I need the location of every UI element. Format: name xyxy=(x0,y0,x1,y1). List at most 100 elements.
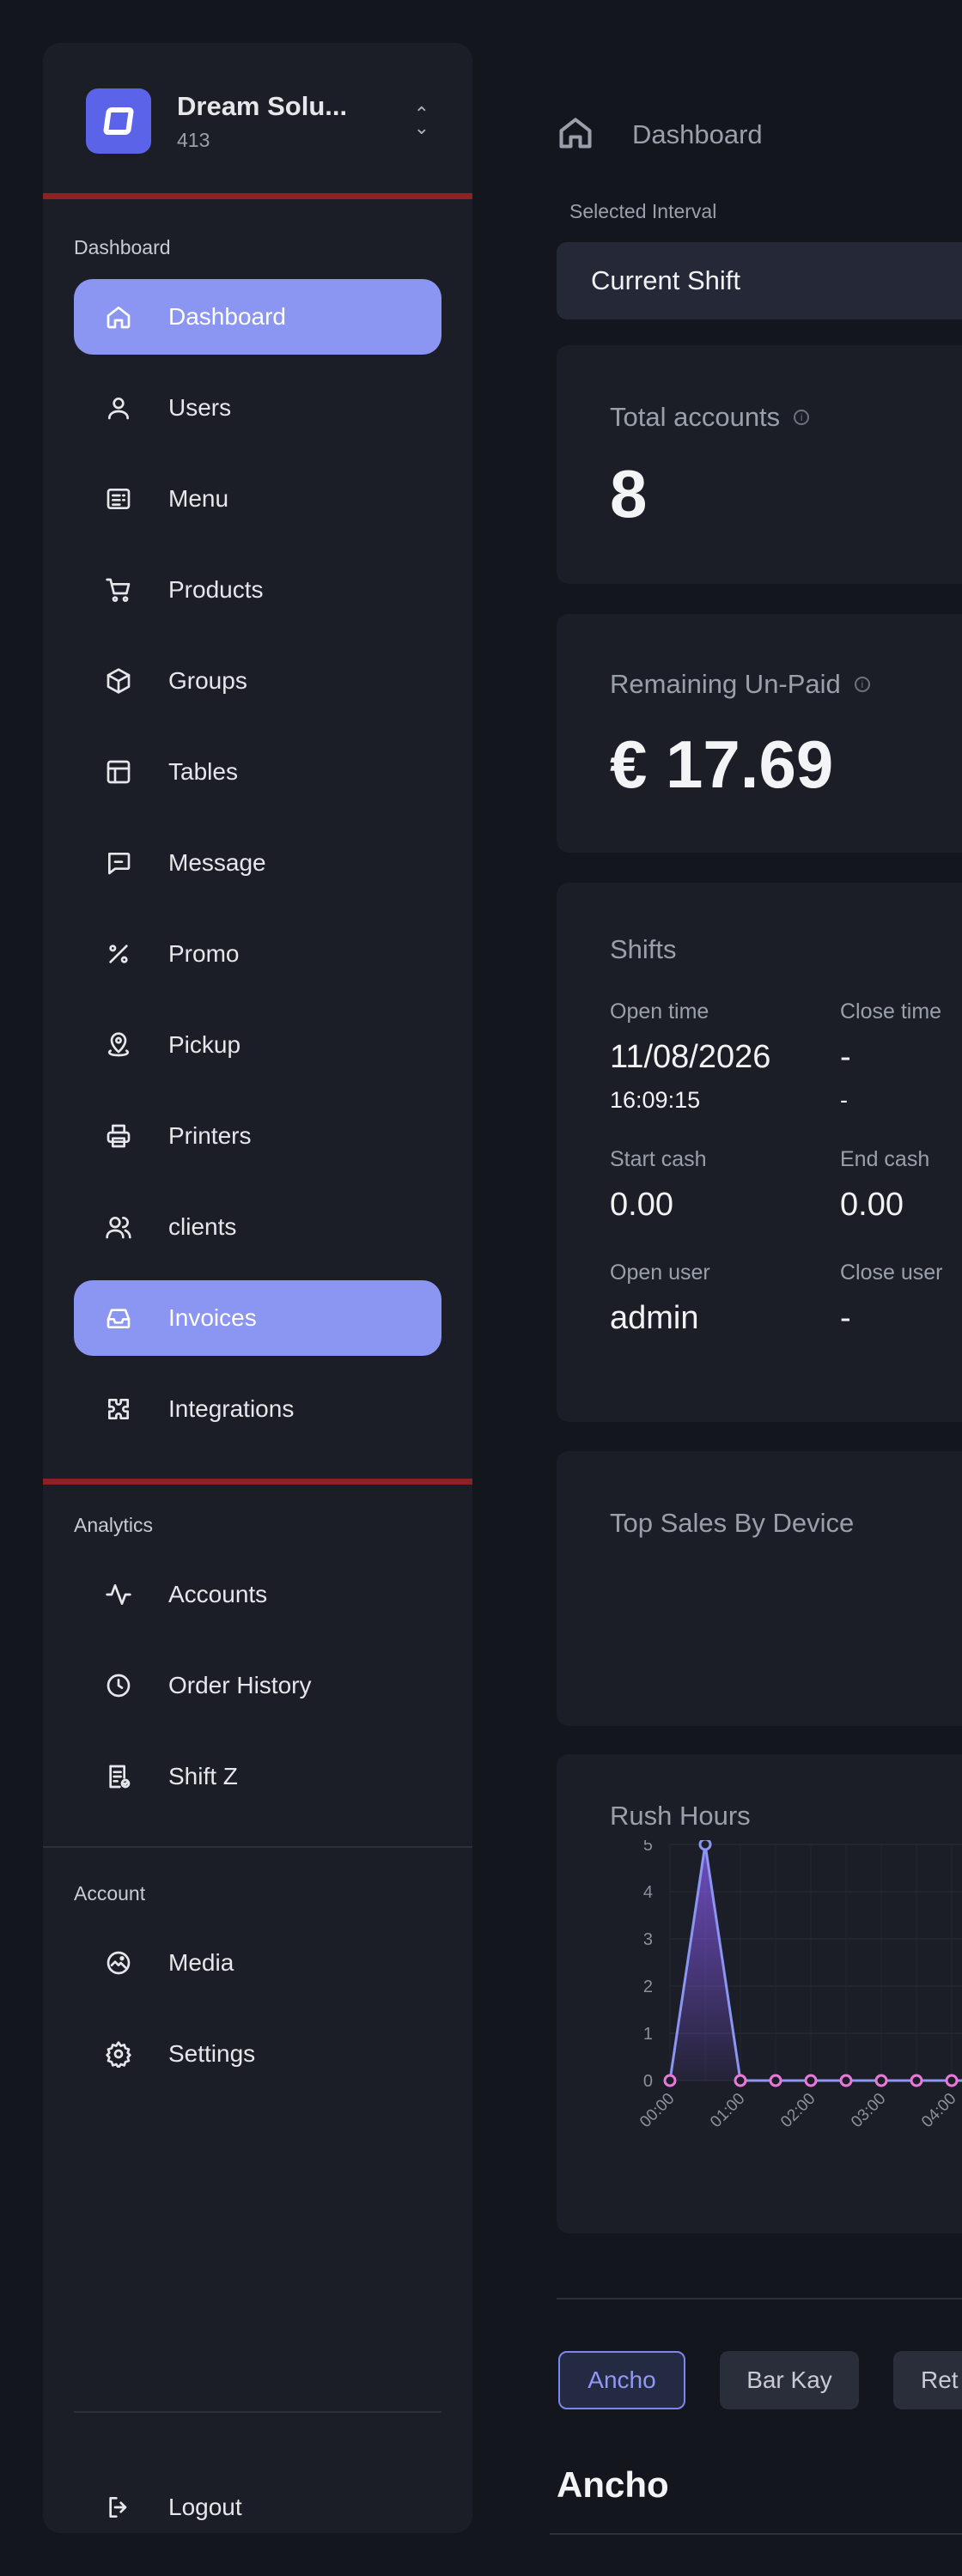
box-icon xyxy=(103,665,134,696)
info-icon[interactable]: i xyxy=(794,410,810,425)
cart-icon xyxy=(103,574,134,605)
data-point xyxy=(698,1840,712,1851)
open-user-label: Open user xyxy=(610,1261,710,1285)
sidebar-item-label: Accounts xyxy=(168,1581,268,1607)
tab-label: Bar Kay xyxy=(746,2366,832,2393)
y-tick-label: 0 xyxy=(643,2072,653,2091)
sidebar-item-menu[interactable]: Menu xyxy=(74,461,441,537)
sidebar-item-users[interactable]: Users xyxy=(74,370,441,446)
card-title: Remaining Un-Paid i xyxy=(610,669,870,700)
sidebar-item-label: Menu xyxy=(168,485,229,512)
org-switcher[interactable]: Dream Solu... 413 ⌃ ⌄ xyxy=(86,88,429,154)
close-time-date: - xyxy=(840,1039,851,1075)
section-divider xyxy=(43,1846,472,1848)
open-time-time: 16:09:15 xyxy=(610,1087,701,1113)
sidebar-item-integrations[interactable]: Integrations xyxy=(74,1371,441,1447)
data-point xyxy=(769,2074,782,2087)
puzzle-icon xyxy=(103,1394,134,1425)
sidebar-item-label: Groups xyxy=(168,667,247,694)
sidebar-item-groups[interactable]: Groups xyxy=(74,643,441,719)
sidebar-item-printers[interactable]: Printers xyxy=(74,1098,441,1174)
tab-ancho[interactable]: Ancho xyxy=(558,2351,685,2409)
remaining-unpaid-card: Remaining Un-Paid i € 17.69 xyxy=(557,614,962,853)
y-tick-label: 2 xyxy=(643,1978,653,1996)
sidebar-item-label: Promo xyxy=(168,940,240,967)
sidebar-item-settings[interactable]: Settings xyxy=(74,2016,441,2092)
activity-icon xyxy=(103,1579,134,1610)
sidebar-item-tables[interactable]: Tables xyxy=(74,734,441,810)
close-time-label: Close time xyxy=(840,999,942,1024)
close-user-label: Close user xyxy=(840,1261,943,1285)
tab-bar-kay[interactable]: Bar Kay xyxy=(720,2351,859,2409)
total-accounts-value: 8 xyxy=(610,456,648,532)
start-cash-label: Start cash xyxy=(610,1147,707,1171)
breadcrumb: Dashboard xyxy=(557,113,763,155)
top-sales-title: Top Sales By Device xyxy=(610,1508,855,1538)
sidebar-item-dashboard[interactable]: Dashboard xyxy=(74,279,441,355)
message-icon xyxy=(103,848,134,878)
tab-ret[interactable]: Ret xyxy=(893,2351,962,2409)
users-icon xyxy=(103,1212,134,1242)
logout-button[interactable]: Logout xyxy=(74,2470,441,2533)
tabs-divider xyxy=(557,2298,962,2300)
sidebar-item-label: Pickup xyxy=(168,1031,241,1058)
logout-icon xyxy=(103,2492,134,2523)
x-tick-label: 04:00 xyxy=(918,2090,959,2131)
sidebar-item-promo[interactable]: Promo xyxy=(74,916,441,992)
shifts-title: Shifts xyxy=(610,934,677,964)
info-icon[interactable]: i xyxy=(854,677,870,692)
printer-icon xyxy=(103,1121,134,1151)
sidebar-item-label: Order History xyxy=(168,1672,312,1698)
data-point xyxy=(910,2074,923,2087)
sidebar-item-label: Media xyxy=(168,1949,234,1976)
sidebar-item-shift-z[interactable]: Shift Z xyxy=(74,1739,441,1814)
close-time-time: - xyxy=(840,1087,848,1113)
y-tick-label: 1 xyxy=(643,2025,653,2044)
total-accounts-card: Total accounts i 8 xyxy=(557,345,962,584)
interval-value: Current Shift xyxy=(591,265,741,295)
sidebar-item-label: Settings xyxy=(168,2040,256,2067)
inbox-icon xyxy=(103,1303,134,1334)
sidebar-item-message[interactable]: Message xyxy=(74,825,441,901)
home-icon xyxy=(103,301,134,332)
open-time-label: Open time xyxy=(610,999,709,1024)
org-logo xyxy=(86,88,151,154)
end-cash-label: End cash xyxy=(840,1147,930,1171)
sidebar-item-label: Users xyxy=(168,394,232,421)
section-divider xyxy=(43,193,472,199)
sidebar-item-products[interactable]: Products xyxy=(74,552,441,628)
open-user-value: admin xyxy=(610,1300,699,1336)
x-tick-label: 00:00 xyxy=(636,2090,678,2131)
section-label-account: Account xyxy=(74,1882,146,1905)
interval-select[interactable]: Current Shift xyxy=(557,242,962,319)
section-divider xyxy=(550,2533,962,2535)
home-icon[interactable] xyxy=(557,113,594,155)
sidebar-item-order-history[interactable]: Order History xyxy=(74,1648,441,1723)
y-tick-label: 5 xyxy=(643,1840,653,1855)
logout-divider xyxy=(74,2411,441,2413)
sidebar-item-label: Tables xyxy=(168,758,238,785)
sidebar-item-media[interactable]: Media xyxy=(74,1925,441,2001)
open-time-date: 11/08/2026 xyxy=(610,1039,771,1075)
media-icon xyxy=(103,1947,134,1978)
logout-label: Logout xyxy=(168,2494,242,2520)
rush-hours-card: Rush Hours 0 1 2 3 4 5 00:00 01:00 02:00 03:00 04:… xyxy=(557,1754,962,2233)
chevron-up-down-icon[interactable]: ⌃ ⌄ xyxy=(414,105,429,137)
data-point xyxy=(839,2074,853,2087)
sidebar-item-pickup[interactable]: Pickup xyxy=(74,1007,441,1083)
pin-icon xyxy=(103,1030,134,1060)
tab-label: Ret xyxy=(921,2366,959,2393)
remaining-value: € 17.69 xyxy=(610,726,834,802)
org-name: Dream Solu... xyxy=(177,90,348,121)
close-user-value: - xyxy=(840,1300,851,1336)
data-point xyxy=(734,2074,747,2087)
sidebar-item-invoices[interactable]: Invoices xyxy=(74,1280,441,1356)
sidebar-item-label: Dashboard xyxy=(168,303,286,330)
breadcrumb-current: Dashboard xyxy=(632,118,763,149)
x-tick-label: 01:00 xyxy=(707,2090,748,2131)
sidebar-item-accounts[interactable]: Accounts xyxy=(74,1557,441,1632)
receipt-icon xyxy=(103,1761,134,1792)
sidebar-item-clients[interactable]: clients xyxy=(74,1189,441,1265)
remaining-title: Remaining Un-Paid xyxy=(610,669,841,699)
sidebar-item-label: clients xyxy=(168,1213,237,1240)
